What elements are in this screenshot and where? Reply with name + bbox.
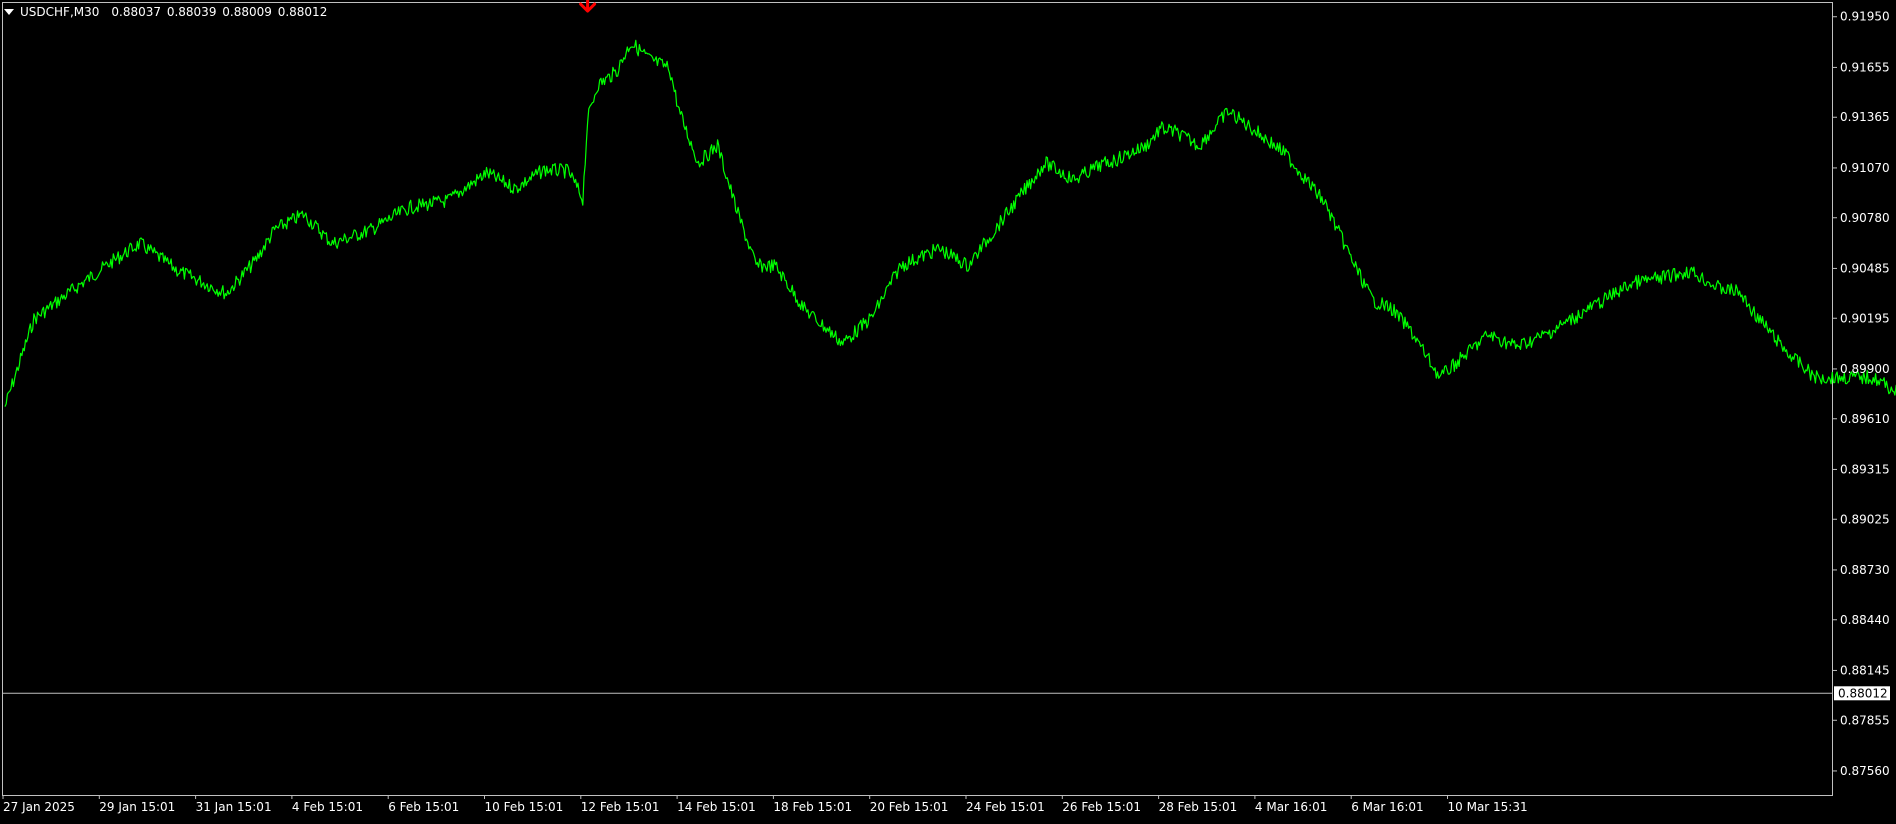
x-tick-label: 18 Feb 15:01 — [773, 800, 852, 814]
chart-header: USDCHF,M30 0.88037 0.88039 0.88009 0.880… — [4, 5, 327, 19]
x-tick-label: 4 Feb 15:01 — [292, 800, 363, 814]
y-tick-label: 0.88730 — [1840, 563, 1890, 577]
y-tick-label: 0.90195 — [1840, 311, 1890, 325]
ohlc-values: 0.88037 0.88039 0.88009 0.88012 — [111, 5, 328, 19]
y-tick-label: 0.89315 — [1840, 462, 1890, 476]
y-tick-label: 0.90780 — [1840, 211, 1890, 225]
y-tick-label: 0.90485 — [1840, 261, 1890, 275]
x-tick-label: 29 Jan 15:01 — [99, 800, 175, 814]
x-tick-label: 20 Feb 15:01 — [870, 800, 949, 814]
y-tick-label: 0.89025 — [1840, 512, 1890, 526]
x-tick-label: 31 Jan 15:01 — [196, 800, 272, 814]
x-tick-label: 26 Feb 15:01 — [1062, 800, 1141, 814]
y-tick-label: 0.91365 — [1840, 110, 1890, 124]
price-chart[interactable]: 0.91950 0.91655 0.91365 0.91070 0.90780 0.904… — [0, 0, 1896, 820]
chart-window[interactable]: 0.91950 0.91655 0.91365 0.91070 0.90780 0.904… — [0, 0, 1896, 820]
y-tick-label: 0.87855 — [1840, 713, 1890, 727]
y-tick-label: 0.89610 — [1840, 412, 1890, 426]
x-tick-label: 10 Feb 15:01 — [485, 800, 564, 814]
y-tick-label: 0.91070 — [1840, 161, 1890, 175]
x-tick-label: 24 Feb 15:01 — [966, 800, 1045, 814]
y-tick-label: 0.88145 — [1840, 663, 1890, 677]
x-tick-label: 6 Mar 16:01 — [1351, 800, 1424, 814]
x-tick-label: 12 Feb 15:01 — [581, 800, 660, 814]
y-tick-label: 0.88440 — [1840, 613, 1890, 627]
current-price-label: 0.88012 — [1838, 686, 1888, 700]
y-tick-label: 0.87560 — [1840, 764, 1890, 778]
x-tick-label: 6 Feb 15:01 — [388, 800, 459, 814]
y-tick-label: 0.89900 — [1840, 362, 1890, 376]
chart-menu-triangle-icon[interactable] — [4, 9, 14, 15]
x-tick-label: 28 Feb 15:01 — [1159, 800, 1238, 814]
x-tick-label: 4 Mar 16:01 — [1255, 800, 1328, 814]
chart-background — [0, 0, 1896, 820]
x-tick-label: 10 Mar 15:31 — [1448, 800, 1528, 814]
x-tick-label: 27 Jan 2025 — [3, 800, 75, 814]
symbol-label: USDCHF,M30 — [20, 5, 100, 19]
x-tick-label: 14 Feb 15:01 — [677, 800, 756, 814]
y-tick-label: 0.91655 — [1840, 60, 1890, 74]
y-tick-label: 0.91950 — [1840, 10, 1890, 24]
